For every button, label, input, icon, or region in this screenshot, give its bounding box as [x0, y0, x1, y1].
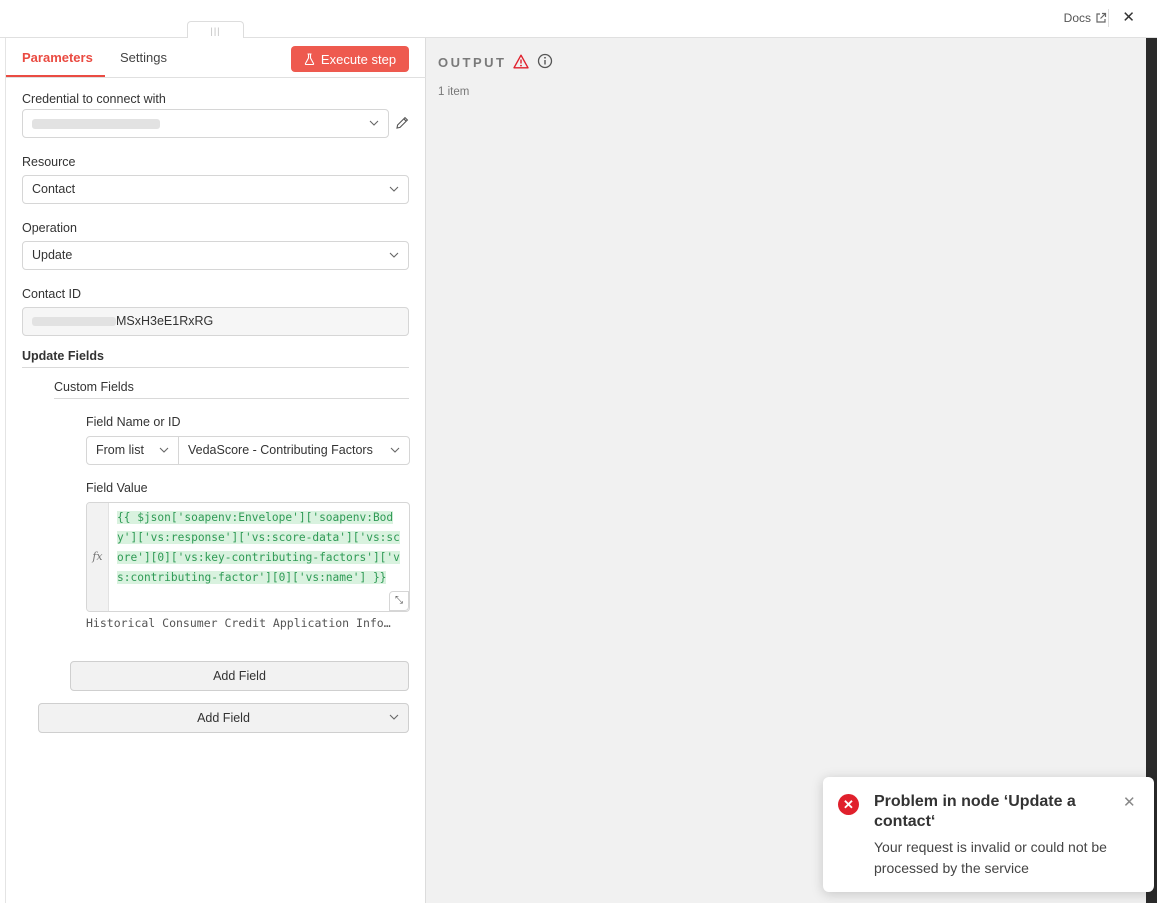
chevron-down-icon: [390, 447, 400, 453]
credential-select[interactable]: [22, 109, 389, 138]
contact-id-label: Contact ID: [22, 287, 82, 301]
chevron-down-icon: [369, 120, 379, 126]
toast-title: Problem in node ‘Update a contact‘: [874, 793, 1076, 830]
add-custom-field-button[interactable]: Add Field: [70, 661, 409, 691]
field-name-value: VedaScore - Contributing Factors: [188, 443, 373, 457]
flask-icon: [304, 53, 315, 65]
toast-close-icon[interactable]: ✕: [1123, 793, 1136, 811]
docs-label: Docs: [1063, 11, 1091, 25]
execute-step-button[interactable]: Execute step: [291, 46, 409, 72]
chevron-down-icon: [389, 714, 399, 720]
toast-message: Your request is invalid or could not be …: [874, 839, 1107, 876]
update-fields-divider: [22, 367, 409, 368]
expression-editor[interactable]: fx {{ $json['soapenv:Envelope']['soapenv…: [86, 502, 410, 612]
parameters-panel: Parameters Settings Execute step Credent…: [5, 38, 426, 903]
top-divider: [1108, 9, 1109, 27]
operation-select[interactable]: Update: [22, 241, 409, 270]
fx-icon: fx: [87, 503, 109, 611]
expression-preview: Historical Consumer Credit Application I…: [86, 616, 391, 630]
drag-handle-icon[interactable]: |||: [187, 21, 244, 39]
docs-link[interactable]: Docs: [1064, 11, 1107, 25]
top-bar: Docs ✕: [0, 0, 1157, 38]
close-icon[interactable]: ✕: [1122, 10, 1135, 25]
add-update-field-button[interactable]: Add Field: [38, 703, 409, 733]
expression-text: {{ $json['soapenv:Envelope']['soapenv:Bo…: [117, 511, 400, 584]
field-name-label: Field Name or ID: [86, 415, 181, 429]
active-tab-indicator: [6, 75, 105, 77]
panel-tabs: Parameters Settings Execute step: [6, 38, 426, 78]
tab-settings[interactable]: Settings: [120, 50, 167, 65]
contact-id-input[interactable]: MSxH3eE1RxRG: [22, 307, 409, 336]
credential-label: Credential to connect with: [22, 92, 166, 106]
warning-icon[interactable]: [513, 54, 529, 69]
chevron-down-icon: [389, 186, 399, 192]
output-panel: OUTPUT 1 item: [426, 38, 1146, 903]
resource-label: Resource: [22, 155, 76, 169]
external-link-icon: [1096, 12, 1107, 23]
custom-fields-divider: [54, 398, 409, 399]
update-fields-title: Update Fields: [22, 349, 104, 363]
custom-fields-title: Custom Fields: [54, 380, 134, 394]
field-mode-value: From list: [96, 443, 144, 457]
field-name-select[interactable]: VedaScore - Contributing Factors: [178, 436, 410, 465]
expand-icon[interactable]: ⤡: [389, 591, 409, 611]
execute-step-label: Execute step: [320, 51, 397, 67]
chevron-down-icon: [389, 252, 399, 258]
error-toast: ✕ Problem in node ‘Update a contact‘ You…: [823, 777, 1154, 892]
resource-value: Contact: [32, 182, 76, 196]
expression-code[interactable]: {{ $json['soapenv:Envelope']['soapenv:Bo…: [117, 508, 405, 588]
operation-value: Update: [32, 248, 73, 262]
resource-select[interactable]: Contact: [22, 175, 409, 204]
output-item-count: 1 item: [438, 86, 470, 98]
contact-id-value: MSxH3eE1RxRG: [116, 314, 214, 328]
pencil-icon[interactable]: [395, 116, 409, 130]
error-icon: ✕: [838, 794, 859, 815]
canvas-edge: [1146, 38, 1157, 903]
add-update-field-label: Add Field: [197, 711, 250, 725]
tab-parameters[interactable]: Parameters: [22, 50, 93, 65]
field-mode-select[interactable]: From list: [86, 436, 179, 465]
operation-label: Operation: [22, 221, 77, 235]
credential-value-redacted: [32, 118, 160, 129]
output-title: OUTPUT: [438, 55, 507, 70]
contact-id-redacted: [32, 317, 116, 327]
field-value-label: Field Value: [86, 481, 148, 495]
chevron-down-icon: [159, 447, 169, 453]
info-icon[interactable]: [537, 53, 553, 69]
